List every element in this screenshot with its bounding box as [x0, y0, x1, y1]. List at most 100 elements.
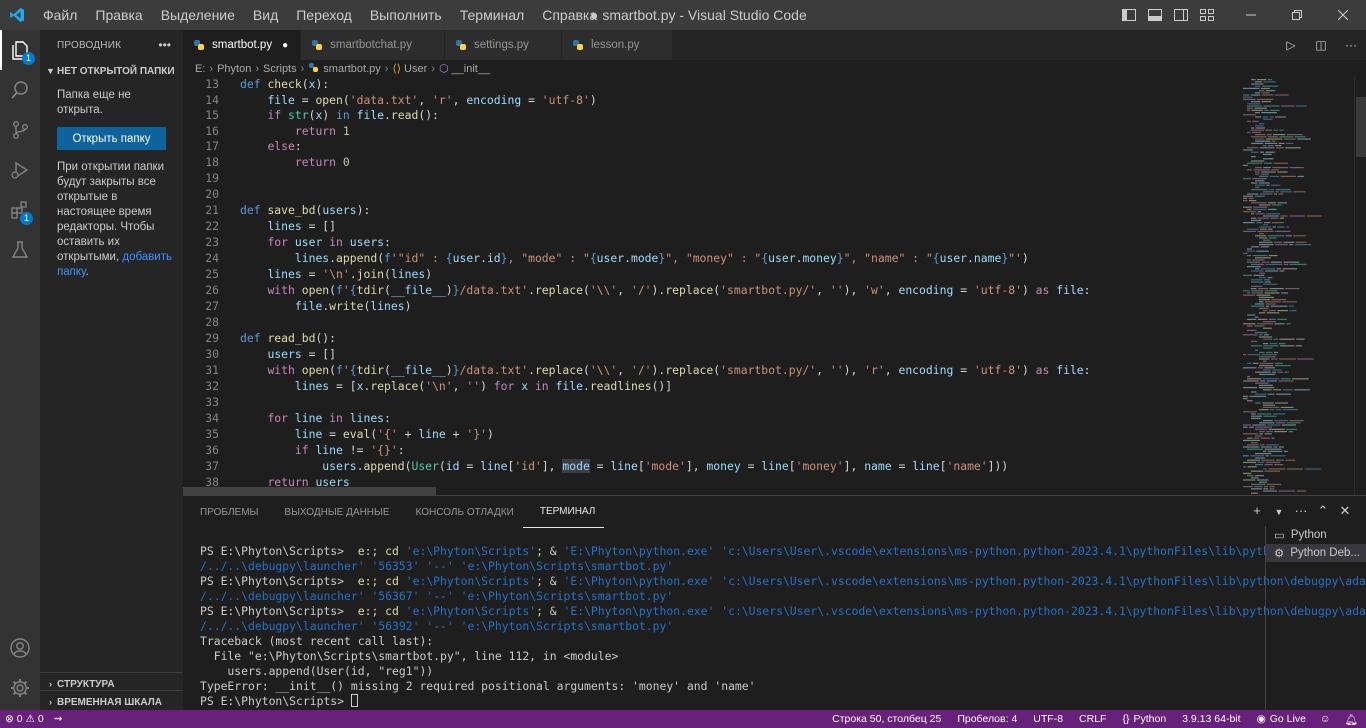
more-actions-icon[interactable]: •••	[158, 38, 171, 52]
menu-view[interactable]: Вид	[244, 0, 287, 30]
chevron-down-icon[interactable]: ▼	[1268, 503, 1290, 521]
search-icon[interactable]	[0, 70, 40, 110]
encoding[interactable]: UTF-8	[1025, 713, 1071, 725]
code-line: for user in users:	[267, 235, 391, 249]
code-line: users.append(User(id = line['id'], mode …	[322, 459, 1009, 473]
split-editor-icon[interactable]: ◫	[1306, 38, 1336, 52]
warning-icon: ⚠	[25, 713, 35, 725]
hint-text: При открытии папки будут закрыты все отк…	[40, 150, 183, 280]
cursor-position[interactable]: Строка 50, столбец 25	[824, 713, 949, 725]
breadcrumb-class[interactable]: User	[404, 63, 427, 75]
menu-run[interactable]: Выполнить	[361, 0, 451, 30]
minimap[interactable]	[1233, 77, 1354, 495]
python-file-icon	[572, 39, 584, 51]
chevron-right-icon: ›	[49, 697, 52, 707]
run-python-icon[interactable]: ▷	[1276, 38, 1306, 52]
python-file-icon	[311, 39, 323, 51]
go-live[interactable]: ◉ Go Live	[1249, 713, 1314, 725]
end-of-line[interactable]: CRLF	[1071, 713, 1114, 725]
code-line: for line in lines:	[267, 411, 391, 425]
no-folder-section[interactable]: ▼ НЕТ ОТКРЫТОЙ ПАПКИ	[40, 60, 183, 82]
close-icon[interactable]	[1320, 0, 1366, 30]
timeline-title: ВРЕМЕННАЯ ШКАЛА	[57, 696, 162, 708]
tab-smartbot[interactable]: smartbot.py ●	[183, 30, 302, 60]
manage-gear-icon[interactable]	[0, 668, 40, 708]
breadcrumb-phyton[interactable]: Phyton	[217, 63, 251, 75]
menu-go[interactable]: Переход	[287, 0, 361, 30]
line-number: 37	[205, 459, 219, 473]
tab-output[interactable]: ВЫХОДНЫЕ ДАННЫЕ	[267, 496, 398, 528]
menu-terminal[interactable]: Терминал	[451, 0, 533, 30]
terminal-item-python-debug[interactable]: ⚙ Python Deb...	[1266, 544, 1366, 562]
testing-icon[interactable]	[0, 230, 40, 270]
problems-status[interactable]: ⊗ 0 ⚠ 0	[0, 713, 49, 725]
explorer-badge: 1	[22, 52, 35, 65]
unsaved-dot-icon[interactable]: ●	[282, 40, 288, 51]
feedback-icon[interactable]: ☺	[1314, 713, 1337, 725]
chevron-down-icon: ▼	[46, 66, 55, 76]
run-debug-icon[interactable]	[0, 150, 40, 190]
more-actions-icon[interactable]: ···	[1290, 503, 1312, 521]
code-line: if str(x) in file.read():	[267, 108, 439, 122]
source-control-icon[interactable]	[0, 110, 40, 150]
tab-label: smartbotchat.py	[330, 39, 412, 51]
tab-terminal[interactable]: ТЕРМИНАЛ	[522, 496, 605, 528]
more-actions-icon[interactable]: ···	[1336, 38, 1366, 52]
breadcrumb-drive[interactable]: E:	[195, 63, 205, 75]
customize-layout-icon[interactable]	[1194, 0, 1220, 30]
notifications-bell-icon[interactable]: 🔔︎	[1337, 713, 1366, 726]
indentation[interactable]: Пробелов: 4	[949, 713, 1025, 725]
code-line: return 0	[294, 155, 350, 169]
menu-selection[interactable]: Выделение	[152, 0, 244, 30]
tab-problems[interactable]: ПРОБЛЕМЫ	[183, 496, 267, 528]
python-file-icon	[308, 62, 319, 76]
activity-bar: 1 1	[0, 30, 40, 710]
restore-icon[interactable]	[1274, 0, 1320, 30]
open-folder-button[interactable]: Открыть папку	[57, 127, 166, 150]
code-line: else:	[267, 139, 302, 153]
breadcrumb-scripts[interactable]: Scripts	[263, 63, 297, 75]
code-editor[interactable]: 13 14 15 16 17 18 19 20 21 22 23 24 25 2…	[183, 77, 1233, 495]
menu-edit[interactable]: Правка	[86, 0, 151, 30]
accounts-icon[interactable]	[0, 628, 40, 668]
horizontal-scrollbar[interactable]	[183, 487, 436, 495]
python-file-icon	[193, 39, 205, 51]
toggle-sidebar-icon[interactable]	[1116, 0, 1142, 30]
no-folder-section-title: НЕТ ОТКРЫТОЙ ПАПКИ	[57, 65, 175, 77]
toggle-panel-icon[interactable]	[1142, 0, 1168, 30]
terminal-output[interactable]: PS E:\Phyton\Scripts> e:; cd 'e:\Phyton\…	[200, 544, 1366, 709]
class-symbol-icon: ⟨⟩	[392, 63, 402, 75]
code-line: file = open('data.txt', 'r', encoding = …	[267, 92, 597, 107]
code-line: return 1	[294, 123, 350, 138]
toggle-secondary-sidebar-icon[interactable]	[1168, 0, 1194, 30]
explorer-icon[interactable]: 1	[0, 30, 40, 70]
code-line: lines.append(f'"id" : {user.id}, "mode" …	[294, 251, 1029, 265]
tab-lesson[interactable]: lesson.py	[561, 30, 673, 60]
minimize-icon[interactable]	[1228, 0, 1274, 30]
line-number: 18	[205, 155, 219, 169]
breadcrumb-method[interactable]: __init__	[452, 63, 491, 75]
menu-file[interactable]: Файл	[34, 0, 86, 30]
extensions-icon[interactable]: 1	[0, 190, 40, 230]
line-number: 17	[205, 139, 219, 153]
warning-count: 0	[37, 713, 44, 725]
line-number: 20	[205, 187, 219, 201]
error-icon: ⊗	[5, 713, 14, 725]
tab-settings[interactable]: settings.py	[444, 30, 562, 60]
breadcrumb-file[interactable]: smartbot.py	[323, 63, 380, 75]
method-symbol-icon: ⬡	[438, 63, 449, 75]
vertical-scrollbar[interactable]	[1354, 77, 1366, 495]
tab-debug-console[interactable]: КОНСОЛЬ ОТЛАДКИ	[399, 496, 523, 528]
new-terminal-icon[interactable]: +	[1246, 503, 1268, 521]
close-panel-icon[interactable]: ✕	[1334, 503, 1356, 521]
terminal-item-python[interactable]: ▭ Python	[1266, 526, 1366, 544]
code-line: with open(f'{tdir(__file__)}/data.txt'.r…	[267, 283, 1091, 297]
code-line: users = []	[267, 347, 337, 361]
tab-smartbotchat[interactable]: smartbotchat.py	[301, 30, 445, 60]
language-mode[interactable]: {} Python	[1114, 713, 1174, 725]
code-line: def read_bd():	[240, 331, 337, 345]
debug-status-icon[interactable]: ⇝	[49, 713, 68, 725]
maximize-panel-icon[interactable]: ⌃	[1312, 503, 1334, 521]
python-interpreter[interactable]: 3.9.13 64-bit	[1174, 713, 1248, 725]
go-live-label: Go Live	[1269, 713, 1306, 725]
